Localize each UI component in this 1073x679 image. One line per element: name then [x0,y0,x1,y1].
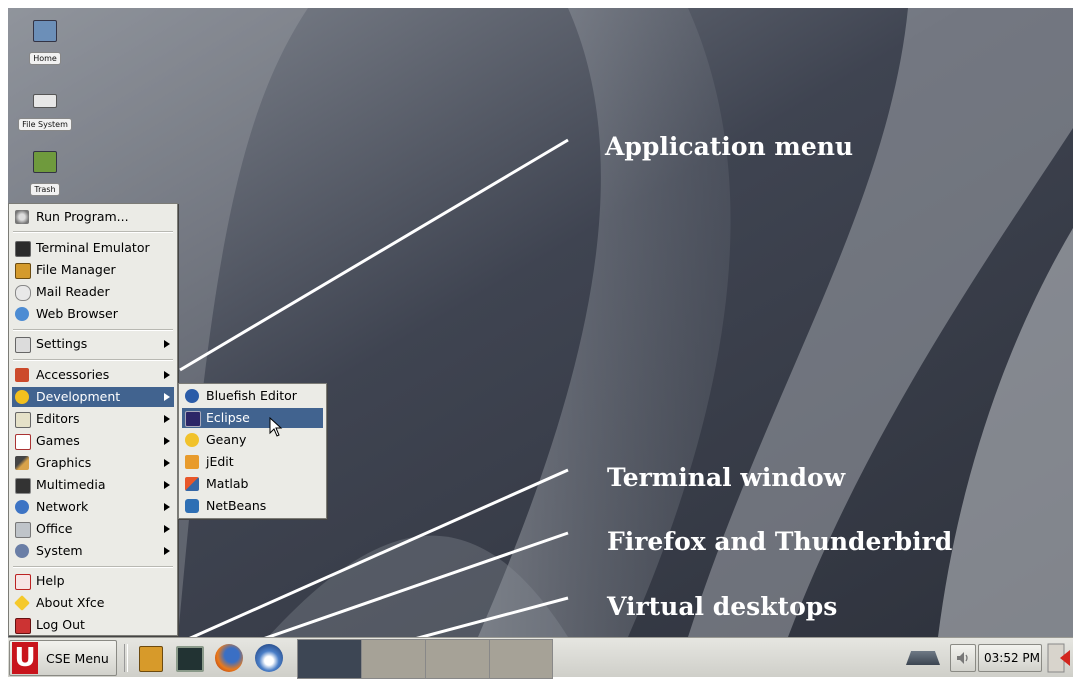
cse-logo-icon: U [12,642,38,674]
bluefish-icon [185,389,199,403]
menu-item-accessories[interactable]: Accessories [12,365,174,385]
thunderbird-icon [255,644,283,672]
submenu-item-bluefish-editor[interactable]: Bluefish Editor [182,386,323,406]
clock-time: 03:52 PM [984,651,1040,665]
submenu-arrow-icon [164,547,170,555]
menu-item-about-xfce[interactable]: About Xfce [12,593,174,613]
geany-icon [185,433,199,447]
virtual-desktop-1[interactable] [297,639,362,679]
menu-item-log-out[interactable]: Log Out [12,615,174,635]
xfce-icon [14,595,30,611]
menu-item-development[interactable]: Development [12,387,174,407]
menu-separator [13,329,173,331]
file-manager-launcher[interactable] [136,643,164,673]
menu-item-system[interactable]: System [12,541,174,561]
submenu-arrow-icon [164,340,170,348]
submenu-arrow-icon [164,437,170,445]
run-program-icon [15,210,29,224]
submenu-item-matlab[interactable]: Matlab [182,474,323,494]
menu-item-graphics[interactable]: Graphics [12,453,174,473]
menu-separator [13,231,173,233]
menu-item-editors[interactable]: Editors [12,409,174,429]
logout-icon [15,618,31,634]
virtual-desktop-2[interactable] [361,639,426,679]
menu-item-mail-reader[interactable]: Mail Reader [12,282,174,302]
menu-separator [13,566,173,568]
menu-separator [13,359,173,361]
firefox-icon [215,644,243,672]
submenu-item-geany[interactable]: Geany [182,430,323,450]
menu-item-office[interactable]: Office [12,519,174,539]
callout-terminal-window: Terminal window [607,463,846,492]
netbeans-icon [185,499,199,513]
exit-icon [1047,643,1070,673]
system-icon [15,544,29,558]
menu-item-games[interactable]: Games [12,431,174,451]
menu-item-file-manager[interactable]: File Manager [12,260,174,280]
accessories-icon [15,368,29,382]
submenu-arrow-icon [164,503,170,511]
menu-item-settings[interactable]: Settings [12,334,174,354]
multimedia-icon [15,478,31,494]
file-manager-icon [139,646,163,672]
jedit-icon [185,455,199,469]
submenu-arrow-icon [164,415,170,423]
graphics-icon [15,456,29,470]
submenu-item-netbeans[interactable]: NetBeans [182,496,323,516]
virtual-desktop-3[interactable] [425,639,490,679]
file-manager-icon [15,263,31,279]
cse-menu-button[interactable]: U CSE Menu [9,640,117,676]
thunderbird-launcher[interactable] [253,642,285,674]
terminal-launcher[interactable] [174,643,204,673]
firefox-launcher[interactable] [213,642,245,674]
mouse-cursor-icon [269,417,283,437]
submenu-arrow-icon [164,393,170,401]
development-icon [15,390,29,404]
submenu-item-eclipse[interactable]: Eclipse [182,408,323,428]
submenu-item-jedit[interactable]: jEdit [182,452,323,472]
callout-firefox-thunderbird: Firefox and Thunderbird [607,527,953,556]
menu-item-multimedia[interactable]: Multimedia [12,475,174,495]
panel-separator [124,644,128,672]
terminal-icon [15,241,31,257]
volume-button[interactable] [950,644,976,672]
cse-menu-label: CSE Menu [46,651,109,666]
menu-item-web-browser[interactable]: Web Browser [12,304,174,324]
callout-virtual-desktops: Virtual desktops [607,592,838,621]
menu-item-network[interactable]: Network [12,497,174,517]
web-browser-icon [15,307,29,321]
submenu-arrow-icon [164,525,170,533]
drive-tray-icon[interactable] [906,651,940,665]
development-submenu: Bluefish Editor Eclipse Geany jEdit Matl… [178,383,327,519]
network-icon [15,500,29,514]
speaker-icon [957,652,968,664]
submenu-arrow-icon [164,459,170,467]
clock[interactable]: 03:52 PM [978,644,1042,672]
submenu-arrow-icon [164,371,170,379]
logout-exit-button[interactable] [1046,642,1072,674]
games-icon [15,434,31,450]
terminal-icon [176,646,204,672]
virtual-desktop-4[interactable] [489,639,553,679]
editors-icon [15,412,31,428]
menu-item-run-program[interactable]: Run Program... [12,207,174,227]
menu-item-help[interactable]: Help [12,571,174,591]
application-menu: Run Program... Terminal Emulator File Ma… [8,203,178,636]
callout-application-menu: Application menu [605,132,854,161]
submenu-arrow-icon [164,481,170,489]
mail-icon [15,285,31,301]
menu-item-terminal-emulator[interactable]: Terminal Emulator [12,238,174,258]
settings-icon [15,337,31,353]
eclipse-icon [185,411,201,427]
help-icon [15,574,31,590]
office-icon [15,522,31,538]
matlab-icon [185,477,199,491]
bottom-panel: U CSE Menu 03:52 PM [8,637,1073,679]
